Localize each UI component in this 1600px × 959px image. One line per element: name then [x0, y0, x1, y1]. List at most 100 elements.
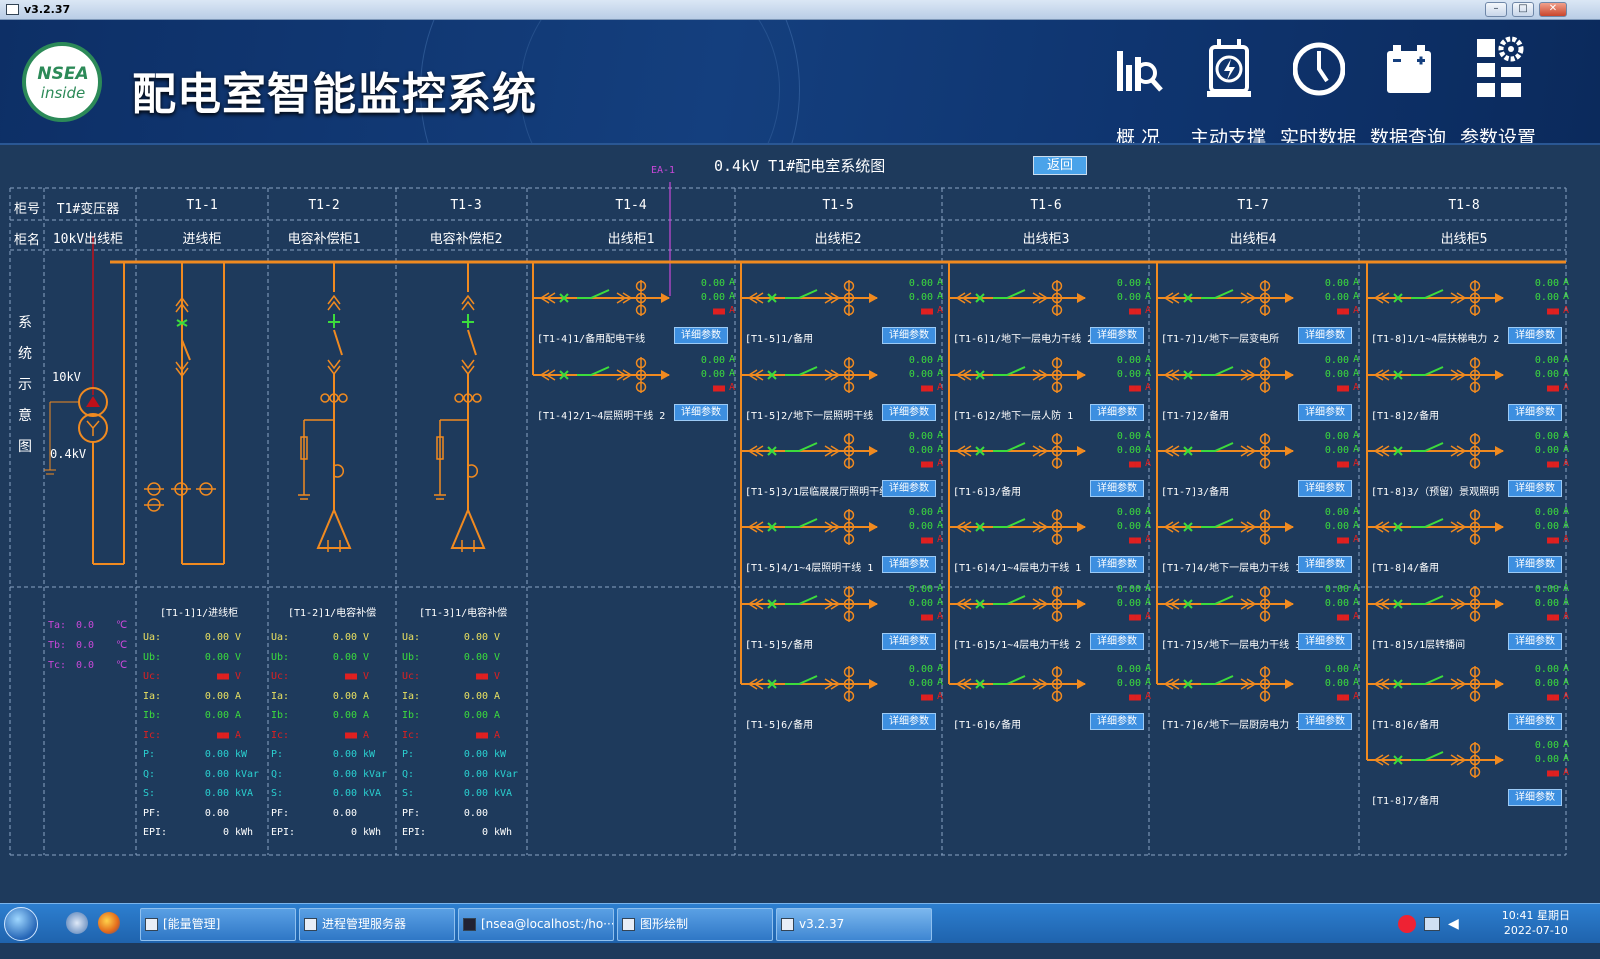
clock[interactable]: 10:41 星期日 2022-07-10	[1502, 908, 1570, 938]
current-unit: A	[937, 520, 944, 531]
detail-params-button[interactable]: 详细参数	[882, 327, 936, 344]
meter-value: 0.00	[463, 710, 488, 721]
capacitor-bank-icon	[316, 507, 352, 549]
detail-params-button[interactable]: 详细参数	[1090, 556, 1144, 573]
arrow-head-icon	[869, 293, 878, 303]
clock-date: 2022-07-10	[1503, 924, 1568, 937]
meter-label: Ic:	[271, 729, 290, 741]
detail-params-button[interactable]: 详细参数	[882, 480, 936, 497]
switch-open-icon	[1411, 675, 1444, 685]
meter-unit: V	[494, 651, 501, 663]
meter-unit: V	[235, 632, 242, 643]
detail-params-button[interactable]: 详细参数	[882, 633, 936, 650]
back-button[interactable]: 返回	[1033, 156, 1087, 175]
task-app-version[interactable]: v3.2.37	[776, 908, 932, 941]
input-method-icon[interactable]	[1398, 915, 1416, 933]
detail-params-button[interactable]: 详细参数	[1298, 556, 1352, 573]
network-icon[interactable]	[1424, 917, 1440, 931]
meter-title: [T1-1]1/进线柜	[160, 608, 239, 619]
current-unit: A	[1563, 382, 1570, 393]
detail-params-button[interactable]: 详细参数	[674, 327, 728, 344]
phase-b-current: 0.00	[1116, 369, 1141, 380]
row-label-cabinet-number: 柜号	[14, 202, 41, 217]
task-process-server[interactable]: 进程管理服务器	[299, 908, 455, 941]
phase-b-current: 0.00	[1324, 678, 1349, 689]
phase-c-current: ■■	[712, 306, 725, 317]
switch-open-icon	[1201, 675, 1234, 685]
phase-c-current: ■■	[920, 306, 933, 317]
switch-open-icon	[993, 518, 1026, 528]
volume-icon[interactable]: ◀	[1448, 916, 1462, 932]
detail-params-button[interactable]: 详细参数	[1090, 327, 1144, 344]
feeder-label: [T1-4]1/备用配电干线	[537, 334, 646, 345]
feeder-label: [T1-8]1/1~4层扶梯电力 2	[1371, 334, 1500, 345]
meter-value: 0.00	[332, 807, 357, 819]
detail-params-button[interactable]: 详细参数	[1508, 713, 1562, 730]
meter-label: Uc:	[143, 671, 162, 682]
phase-a-current: 0.00	[1324, 584, 1349, 595]
detail-params-button[interactable]: 详细参数	[674, 404, 728, 421]
meter-label: P:	[402, 749, 415, 760]
meter-value: ■■	[216, 729, 229, 741]
meter-label: Ua:	[402, 632, 421, 643]
phase-a-current: 0.00	[1324, 355, 1349, 366]
detail-params-button[interactable]: 详细参数	[1090, 633, 1144, 650]
detail-params-button[interactable]: 详细参数	[1508, 556, 1562, 573]
task-energy-management[interactable]: [能量管理]	[140, 908, 296, 941]
feeder-measurements: 0.00 0.00 ■■	[1517, 354, 1559, 396]
current-unit: A	[1145, 534, 1152, 545]
phase-c-current: ■■	[1546, 768, 1559, 779]
detail-params-button[interactable]: 详细参数	[1298, 713, 1352, 730]
detail-params-button[interactable]: 详细参数	[1508, 789, 1562, 806]
firefox-icon[interactable]	[98, 912, 120, 934]
detail-params-button[interactable]: 详细参数	[1298, 633, 1352, 650]
task-terminal[interactable]: [nsea@localhost:/ho···	[458, 908, 614, 941]
phase-c-current: ■■	[1128, 535, 1141, 546]
detail-params-button[interactable]: 详细参数	[882, 556, 936, 573]
switch-open-icon	[1201, 518, 1234, 528]
arrow-head-icon	[869, 370, 878, 380]
breaker-chevron	[461, 294, 475, 311]
detail-params-button[interactable]: 详细参数	[1508, 480, 1562, 497]
meter-label: Uc:	[271, 671, 290, 682]
detail-params-button[interactable]: 详细参数	[1298, 327, 1352, 344]
phase-a-current: 0.00	[1116, 431, 1141, 442]
meter-unit: A	[363, 729, 370, 741]
start-button[interactable]	[4, 907, 38, 941]
task-graphics-drawing[interactable]: 图形绘制	[617, 908, 773, 941]
detail-params-button[interactable]: 详细参数	[1298, 480, 1352, 497]
detail-params-button[interactable]: 详细参数	[1090, 404, 1144, 421]
meter-unit: V	[363, 651, 370, 663]
detail-params-button[interactable]: 详细参数	[1508, 327, 1562, 344]
feeder-label: [T1-8]5/1层转播间	[1371, 640, 1466, 651]
arrow-head-icon	[1495, 755, 1504, 765]
phase-c-current: ■■	[1128, 459, 1141, 470]
meter-unit: kVar	[363, 768, 388, 780]
phase-b-current: 0.00	[908, 445, 933, 456]
feeder-label: [T1-5]1/备用	[745, 334, 814, 345]
phase-a-current: 0.00	[1324, 431, 1349, 442]
detail-params-button[interactable]: 详细参数	[1508, 404, 1562, 421]
phase-b-current: 0.00	[908, 678, 933, 689]
cabinet-number: T1-7	[1237, 198, 1269, 213]
current-unit: A	[1563, 520, 1570, 531]
phase-a-current: 0.00	[1324, 278, 1349, 289]
phase-b-current: 0.00	[1324, 598, 1349, 609]
detail-params-button[interactable]: 详细参数	[882, 713, 936, 730]
meter-label: Ua:	[271, 632, 290, 643]
arrow-head-icon	[1285, 679, 1294, 689]
detail-params-button[interactable]: 详细参数	[1298, 404, 1352, 421]
feeder-measurements: 0.00 0.00 ■■	[1517, 663, 1559, 705]
phase-b-current: 0.00	[1534, 292, 1559, 303]
current-unit: A	[1145, 430, 1152, 441]
detail-params-button[interactable]: 详细参数	[1090, 713, 1144, 730]
qq-icon[interactable]	[66, 912, 88, 934]
detail-params-button[interactable]: 详细参数	[882, 404, 936, 421]
phase-b-current: 0.00	[1116, 678, 1141, 689]
current-unit: A	[1145, 520, 1152, 531]
detail-params-button[interactable]: 详细参数	[1090, 480, 1144, 497]
current-unit: A	[1353, 291, 1360, 302]
feeder-measurements: 0.00 0.00 ■■	[891, 430, 933, 472]
arrow-head-icon	[1495, 446, 1504, 456]
detail-params-button[interactable]: 详细参数	[1508, 633, 1562, 650]
